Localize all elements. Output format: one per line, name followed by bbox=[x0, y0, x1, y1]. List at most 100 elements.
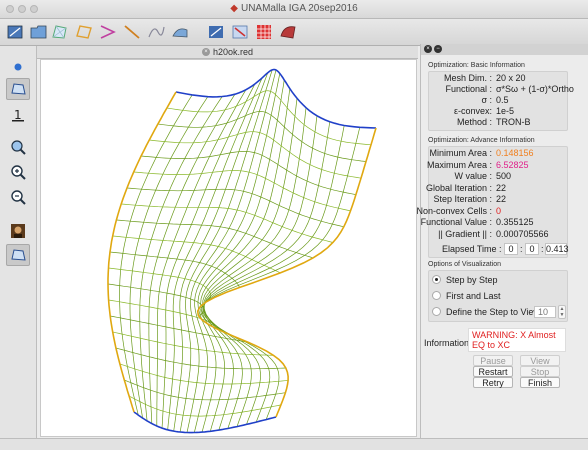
advance-info-value: 0.148156 bbox=[496, 148, 534, 158]
restart-button[interactable]: Restart bbox=[473, 366, 513, 377]
time-separator: : bbox=[541, 244, 544, 254]
curve-icon[interactable] bbox=[146, 22, 166, 42]
advance-info-label: Minimum Area : bbox=[429, 148, 492, 158]
basic-info-value: 20 x 20 bbox=[496, 73, 526, 83]
angle-icon[interactable] bbox=[98, 22, 118, 42]
elapsed-time-label: Elapsed Time : bbox=[442, 244, 502, 254]
point-icon bbox=[14, 63, 22, 71]
define-step-radio[interactable] bbox=[432, 307, 441, 316]
left-toolbar: 1 bbox=[0, 46, 37, 438]
point-tool-button[interactable] bbox=[6, 56, 30, 78]
information-label: Information: bbox=[424, 338, 472, 348]
basic-info-value: 0.5 bbox=[496, 95, 509, 105]
elapsed-time-row: Elapsed Time : 0 : 0 : 0.413 bbox=[428, 243, 569, 257]
advance-info-row: Functional Value : 0.355125 bbox=[421, 217, 568, 229]
advance-info-value: 0 bbox=[496, 205, 502, 216]
boundary-tool-button[interactable] bbox=[6, 244, 30, 266]
basic-info-label: Mesh Dim. : bbox=[443, 73, 492, 83]
mesh-grid-line bbox=[197, 79, 285, 433]
advance-info-row: Minimum Area : 0.148156 bbox=[428, 148, 568, 160]
define-step-label: Define the Step to View: bbox=[446, 307, 543, 317]
app-logo-icon: ◆ bbox=[230, 3, 238, 14]
mesh-grid-line bbox=[161, 83, 256, 429]
basic-info-row: σ : 0.5 bbox=[428, 95, 568, 106]
basic-info-row: ε-convex: 1e-5 bbox=[428, 106, 568, 117]
advance-info-row: || Gradient || : 0.000705566 bbox=[428, 229, 568, 241]
ruler-tool-button[interactable]: 1 bbox=[6, 104, 30, 126]
zoom-out-button[interactable] bbox=[6, 186, 30, 208]
zoom-fit-button[interactable] bbox=[6, 136, 30, 158]
zoom-in-button[interactable] bbox=[6, 161, 30, 183]
status-bar bbox=[0, 438, 588, 450]
basic-info-row: Method : TRON-B bbox=[428, 117, 568, 128]
mesh-grid-line bbox=[156, 89, 247, 426]
pause-button[interactable]: Pause bbox=[473, 355, 513, 366]
advance-info-value: 0.355125 bbox=[496, 217, 534, 227]
color-map-icon[interactable] bbox=[278, 22, 298, 42]
panel-close-icon[interactable]: × bbox=[424, 45, 432, 53]
advance-info-label: W value : bbox=[454, 171, 492, 181]
step-by-step-radio[interactable] bbox=[432, 275, 441, 284]
advance-info-value: 6.52825 bbox=[496, 159, 529, 170]
mesh-drawing bbox=[107, 68, 377, 434]
main-toolbar bbox=[0, 19, 588, 46]
mesh-grid-line bbox=[203, 121, 331, 425]
step-stepper[interactable]: ▲ ▼ bbox=[558, 305, 566, 319]
panel-float-icon[interactable]: − bbox=[434, 45, 442, 53]
mesh-grid-line bbox=[119, 363, 289, 385]
mesh-grid-line bbox=[202, 98, 298, 431]
stop-button[interactable]: Stop bbox=[520, 366, 560, 377]
tab-h20ok[interactable]: × h20ok.red bbox=[199, 46, 257, 58]
finish-button[interactable]: Finish bbox=[520, 377, 560, 388]
advance-info-label: Maximum Area : bbox=[426, 159, 492, 170]
region-tool-button[interactable] bbox=[6, 78, 30, 100]
advance-info-value: 500 bbox=[496, 171, 512, 181]
elapsed-seconds: 0.413 bbox=[545, 243, 569, 255]
first-and-last-label: First and Last bbox=[446, 291, 501, 301]
zoom-in-icon bbox=[11, 165, 26, 180]
view-step-button[interactable]: View Step bbox=[520, 355, 560, 376]
basic-info-label: ε-convex: bbox=[453, 106, 492, 116]
basic-info-value: σ*Sω + (1-σ)*Ortho bbox=[496, 84, 574, 94]
basic-info-label: Functional : bbox=[445, 84, 492, 94]
svg-text:1: 1 bbox=[14, 108, 22, 122]
visualization-title: Options of Visualization bbox=[428, 261, 502, 268]
mesh-grid-line bbox=[129, 96, 209, 419]
title-bar: ◆ UNAMalla IGA 20sep2016 bbox=[0, 0, 588, 19]
line-icon[interactable] bbox=[122, 22, 142, 42]
basic-info-row: Mesh Dim. : 20 x 20 bbox=[428, 73, 568, 84]
advance-info-label: || Gradient || : bbox=[438, 228, 492, 239]
advance-info-value: 22 bbox=[496, 194, 507, 204]
advance-info-row: Maximum Area : 6.52825 bbox=[426, 159, 568, 172]
step-by-step-label: Step by Step bbox=[446, 275, 498, 285]
draw-mesh-icon[interactable] bbox=[50, 22, 70, 42]
grid-icon[interactable] bbox=[254, 22, 274, 42]
image-tool-button[interactable] bbox=[6, 220, 30, 242]
mesh-grid-line bbox=[148, 94, 236, 424]
mesh-canvas[interactable] bbox=[40, 59, 417, 437]
basic-info-value: TRON-B bbox=[496, 117, 531, 127]
panel-header: × − bbox=[421, 44, 588, 55]
step-to-view-input[interactable]: 10 bbox=[534, 306, 556, 318]
surface-icon[interactable] bbox=[170, 22, 190, 42]
basic-info-label: σ : bbox=[481, 95, 492, 105]
polygon-icon[interactable] bbox=[74, 22, 94, 42]
close-tab-icon[interactable]: × bbox=[202, 48, 210, 56]
optimize-icon[interactable] bbox=[206, 22, 226, 42]
advance-info-label: Global Iteration : bbox=[425, 182, 492, 193]
mesh-grid-line bbox=[128, 395, 281, 417]
open-file-icon[interactable] bbox=[29, 22, 49, 42]
information-message: WARNING: X Almost EQ to XC bbox=[468, 328, 566, 352]
window-title: ◆ UNAMalla IGA 20sep2016 bbox=[0, 3, 588, 14]
document-tab-bar: × h20ok.red bbox=[37, 46, 418, 59]
region-icon bbox=[11, 83, 26, 95]
advance-info-label: Functional Value : bbox=[420, 217, 492, 227]
retry-button[interactable]: Retry bbox=[473, 377, 513, 388]
tab-label: h20ok.red bbox=[213, 47, 254, 57]
picture-icon bbox=[11, 224, 25, 238]
new-mesh-icon[interactable] bbox=[5, 22, 25, 42]
run-icon[interactable] bbox=[230, 22, 250, 42]
window-title-text: UNAMalla IGA 20sep2016 bbox=[240, 3, 358, 14]
zoom-fit-icon bbox=[11, 140, 26, 155]
first-and-last-radio[interactable] bbox=[432, 291, 441, 300]
